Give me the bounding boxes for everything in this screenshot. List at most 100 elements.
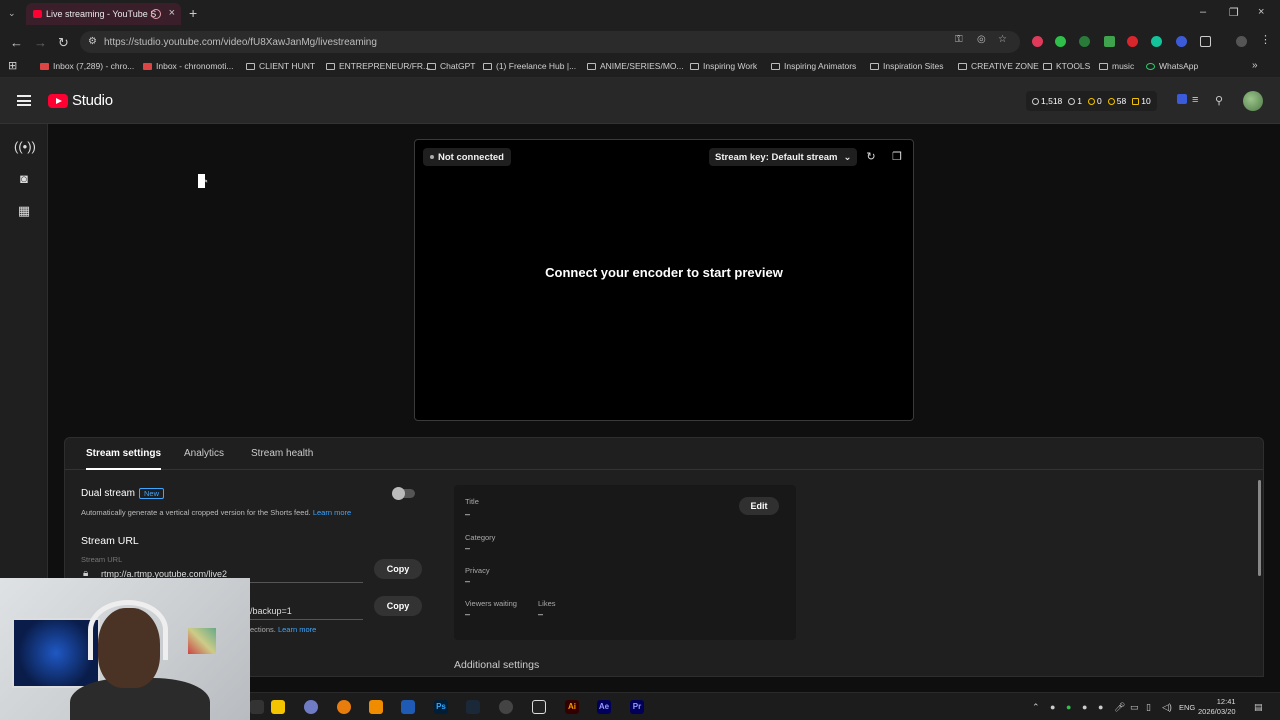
eye-off-icon[interactable]: ◎ [977, 34, 986, 45]
studio-header: Studio 1,518 1 0 58 10 ≡ ⚲ [0, 78, 1280, 124]
address-bar[interactable]: ⚙ https://studio.youtube.com/video/fU8Xa… [80, 31, 1020, 53]
extension-4-icon[interactable] [1104, 36, 1115, 47]
close-tab-icon[interactable]: × [169, 7, 175, 19]
bookmark-item[interactable]: Inbox (7,289) - chro... [40, 61, 134, 71]
tray-app-icon[interactable]: ● [1050, 702, 1055, 712]
minimize-icon[interactable]: – [1200, 6, 1206, 18]
site-info-icon[interactable]: ⚙ [88, 36, 97, 47]
password-key-icon[interactable]: ⚿ [955, 34, 963, 45]
system-clock[interactable]: 12:41 2026/03/20 [1198, 697, 1236, 717]
bookmark-folder[interactable]: music [1099, 61, 1134, 71]
taskbar-app-icon[interactable] [250, 700, 264, 714]
notifications-icon[interactable]: ▤ [1254, 702, 1263, 713]
additional-settings-heading[interactable]: Additional settings [454, 659, 539, 671]
bookmark-folder[interactable]: CLIENT HUNT [246, 61, 315, 71]
new-tab-icon[interactable]: + [189, 5, 197, 21]
bookmark-item[interactable]: WhatsApp [1146, 61, 1198, 71]
viewers-waiting-label: Viewers waiting [465, 599, 517, 608]
stream-preview: Not connected Stream key: Default stream… [414, 139, 914, 421]
capcut-icon[interactable] [532, 700, 546, 714]
tab-stream-health[interactable]: Stream health [251, 448, 313, 459]
blender-icon[interactable] [337, 700, 351, 714]
bookmark-folder[interactable]: ENTREPRENEUR/FR... [326, 61, 430, 71]
live-stream-icon[interactable]: ((•)) [14, 137, 36, 157]
tab-list-chevron-icon[interactable]: ⌄ [8, 8, 16, 19]
bookmark-item[interactable]: (1) Freelance Hub |... [483, 61, 576, 71]
sticky-notes-icon[interactable] [271, 700, 285, 714]
bookmark-folder[interactable]: Inspiration Sites [870, 61, 943, 71]
backup-url-value[interactable]: /backup=1 [250, 606, 292, 616]
browser-menu-icon[interactable]: ⋮ [1260, 33, 1271, 46]
category-label: Category [465, 533, 496, 542]
forward-icon[interactable]: → [34, 35, 47, 50]
panel-scrollbar[interactable] [1258, 480, 1261, 576]
bookmark-folder[interactable]: ANIME/SERIES/MO... [587, 61, 684, 71]
tray-chevron-icon[interactable]: ⌃ [1032, 702, 1040, 713]
refresh-icon[interactable]: ↻ [861, 148, 881, 166]
studio-logo-text[interactable]: Studio [72, 92, 113, 109]
bookmark-folder[interactable]: Inspiring Work [690, 61, 757, 71]
tray-app-icon[interactable]: ● [1098, 702, 1103, 712]
wall-art [188, 628, 216, 654]
feedback-icon[interactable]: ⚲ [1215, 94, 1223, 107]
grammarly-icon[interactable] [1151, 36, 1162, 47]
app-icon[interactable] [304, 700, 318, 714]
microphone-icon[interactable]: 🎤︎ [1114, 702, 1125, 713]
bookmark-item[interactable]: Inbox - chronomoti... [143, 61, 233, 71]
vlc-icon[interactable] [369, 700, 383, 714]
bookmark-folder[interactable]: CREATIVE ZONE [958, 61, 1039, 71]
extensions-puzzle-icon[interactable] [1200, 36, 1211, 47]
after-effects-icon[interactable]: Ae [597, 700, 611, 714]
copy-backup-url-button[interactable]: Copy [374, 596, 422, 616]
bookmark-folder[interactable]: KTOOLS [1043, 61, 1090, 71]
close-window-icon[interactable]: × [1258, 6, 1264, 18]
webcam-icon[interactable]: ◙ [14, 169, 34, 189]
tab-analytics[interactable]: Analytics [184, 448, 224, 459]
chrome-icon[interactable] [499, 700, 513, 714]
profile-icon[interactable] [1236, 36, 1247, 47]
back-icon[interactable]: ← [10, 35, 23, 50]
illustrator-icon[interactable]: Ai [565, 700, 579, 714]
edit-button[interactable]: Edit [739, 497, 779, 515]
browser-tab-bar: ⌄ Live streaming - YouTube S × + – ❐ × [0, 0, 1280, 28]
copy-stream-url-button[interactable]: Copy [374, 559, 422, 579]
account-avatar[interactable] [1243, 91, 1263, 111]
volume-icon[interactable]: ◁) [1162, 702, 1172, 713]
backup-learn-more-link[interactable]: Learn more [278, 625, 316, 634]
premiere-icon[interactable]: Pr [630, 700, 644, 714]
notes-icon[interactable]: ≡ [1192, 94, 1198, 106]
tab-stream-settings[interactable]: Stream settings [86, 448, 162, 470]
menu-icon[interactable] [17, 95, 31, 106]
photoshop-icon[interactable]: Ps [434, 700, 448, 714]
dual-stream-toggle[interactable] [392, 487, 415, 500]
app-icon[interactable] [401, 700, 415, 714]
stream-key-dropdown[interactable]: Stream key: Default stream ⌄ [709, 148, 858, 166]
dual-stream-learn-more-link[interactable]: Learn more [313, 508, 351, 517]
copy-icon[interactable]: ❐ [887, 148, 907, 166]
battery-icon[interactable]: ▯ [1146, 702, 1151, 713]
tray-app-icon[interactable]: ● [1066, 702, 1071, 712]
extension-7-icon[interactable] [1176, 36, 1187, 47]
reload-icon[interactable]: ↻ [58, 35, 69, 51]
bookmark-folder[interactable]: Inspiring Animators [771, 61, 856, 71]
network-icon[interactable]: ▭ [1130, 702, 1139, 713]
watching-icon [1068, 97, 1076, 105]
steam-icon[interactable] [466, 700, 480, 714]
bookmark-item[interactable]: ChatGPT [427, 61, 475, 71]
category-value: – [465, 543, 471, 553]
extension-5-icon[interactable] [1127, 36, 1138, 47]
restore-icon[interactable]: ❐ [1229, 6, 1239, 19]
extension-1-icon[interactable] [1032, 36, 1043, 47]
extension-2-icon[interactable] [1055, 36, 1066, 47]
apps-grid-icon[interactable]: ⊞ [8, 59, 17, 72]
youtube-logo-icon[interactable] [48, 94, 68, 108]
channel-stats-bar[interactable]: 1,518 1 0 58 10 [1026, 91, 1157, 111]
input-language[interactable]: ENG [1179, 703, 1195, 712]
extension-3-icon[interactable] [1079, 36, 1090, 47]
calendar-icon[interactable]: ▦ [14, 201, 34, 221]
bookmark-star-icon[interactable]: ☆ [998, 34, 1007, 45]
browser-tab-active[interactable]: Live streaming - YouTube S × [26, 3, 181, 25]
more-bookmarks-icon[interactable]: » [1252, 60, 1258, 71]
extension-badge-icon[interactable] [1177, 94, 1187, 104]
tray-app-icon[interactable]: ● [1082, 702, 1087, 712]
